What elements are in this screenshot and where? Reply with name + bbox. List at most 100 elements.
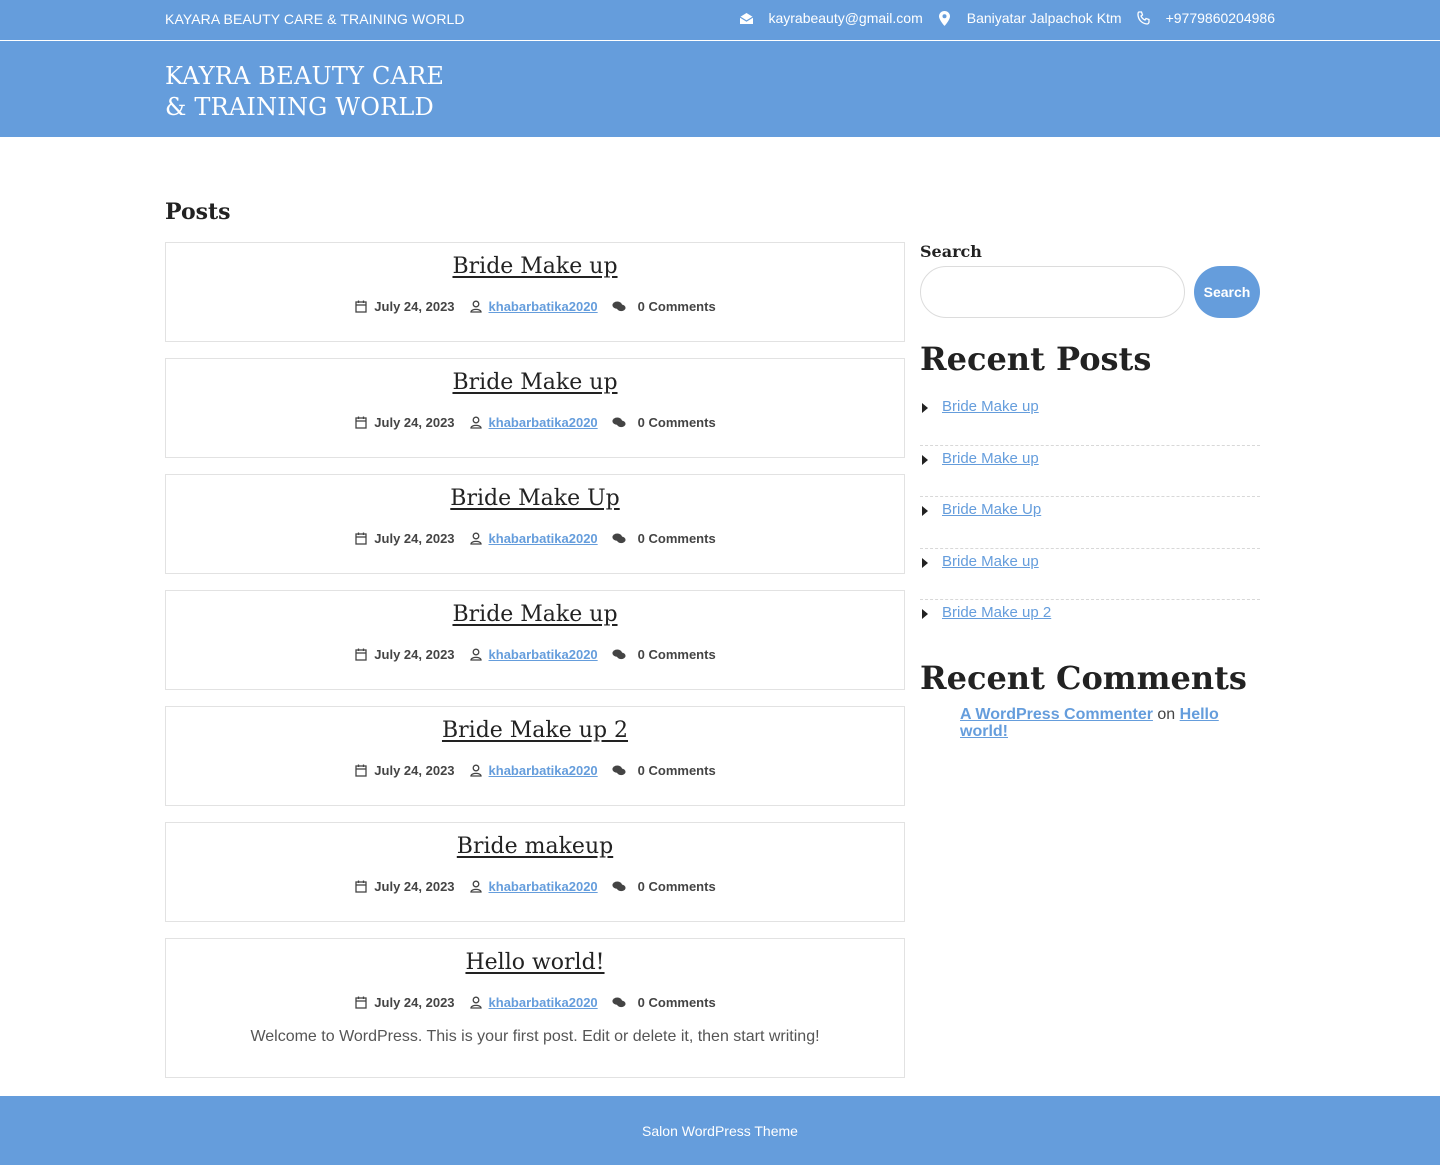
- post-author-link[interactable]: khabarbatika2020: [489, 763, 598, 778]
- search-input[interactable]: [920, 266, 1185, 318]
- post-date: July 24, 2023: [374, 647, 455, 662]
- recent-post-link[interactable]: Bride Make up 2: [942, 604, 1051, 621]
- contact-email[interactable]: kayrabeauty@gmail.com: [768, 10, 922, 26]
- comments-icon: [612, 880, 626, 894]
- recent-posts-heading: Recent Posts: [920, 340, 1152, 378]
- post-card: Bride Make Up July 24, 2023 khabarbatika…: [165, 474, 905, 574]
- caret-right-icon: [922, 403, 928, 413]
- caret-right-icon: [922, 454, 928, 465]
- post-comments-count: 0 Comments: [637, 415, 716, 430]
- list-item: Bride Make up 2: [920, 600, 1260, 652]
- post-list: Bride Make up July 24, 2023 khabarbatika…: [165, 242, 905, 1094]
- post-title-link[interactable]: Bride Make up: [166, 602, 904, 627]
- calendar-icon: [354, 880, 368, 894]
- recent-post-link[interactable]: Bride Make Up: [942, 501, 1041, 518]
- user-icon: [469, 648, 483, 662]
- caret-right-icon: [922, 506, 928, 516]
- user-icon: [469, 532, 483, 546]
- site-title-line-1: KAYRA BEAUTY CARE: [165, 62, 445, 90]
- site-footer: Salon WordPress Theme: [0, 1096, 1440, 1165]
- contact-info: kayrabeauty@gmail.com Baniyatar Jalpacho…: [738, 10, 1275, 26]
- map-pin-icon: [937, 10, 953, 26]
- post-author-link[interactable]: khabarbatika2020: [489, 879, 598, 894]
- comment-author-link[interactable]: A WordPress Commenter: [960, 706, 1153, 723]
- post-author-link[interactable]: khabarbatika2020: [489, 299, 598, 314]
- post-date: July 24, 2023: [374, 763, 455, 778]
- post-date: July 24, 2023: [374, 879, 455, 894]
- top-bar-brand: KAYARA BEAUTY CARE & TRAINING WORLD: [165, 11, 465, 27]
- recent-comment: A WordPress Commenter on Hello world!: [960, 706, 1260, 740]
- post-meta: July 24, 2023 khabarbatika2020 0 Comment…: [166, 531, 904, 546]
- post-card: Hello world! July 24, 2023 khabarbatika2…: [165, 938, 905, 1078]
- post-comments-count: 0 Comments: [637, 647, 716, 662]
- calendar-icon: [354, 532, 368, 546]
- list-item: Bride Make Up: [920, 497, 1260, 549]
- calendar-icon: [354, 996, 368, 1010]
- site-header: KAYRA BEAUTY CARE & TRAINING WORLD: [0, 41, 1440, 137]
- post-title-link[interactable]: Bride Make up 2: [166, 718, 904, 743]
- post-title-link[interactable]: Bride makeup: [166, 834, 904, 859]
- page-title: Posts: [165, 199, 231, 225]
- comments-icon: [612, 416, 626, 430]
- post-title-link[interactable]: Bride Make Up: [166, 486, 904, 511]
- calendar-icon: [354, 416, 368, 430]
- post-author-link[interactable]: khabarbatika2020: [489, 415, 598, 430]
- user-icon: [469, 416, 483, 430]
- post-author-link[interactable]: khabarbatika2020: [489, 995, 598, 1010]
- post-card: Bride Make up July 24, 2023 khabarbatika…: [165, 242, 905, 342]
- comments-icon: [612, 764, 626, 778]
- envelope-icon: [738, 10, 754, 26]
- search-label: Search: [920, 242, 982, 261]
- caret-right-icon: [922, 609, 928, 619]
- post-comments-count: 0 Comments: [637, 763, 716, 778]
- post-comments-count: 0 Comments: [637, 879, 716, 894]
- calendar-icon: [354, 300, 368, 314]
- post-title-link[interactable]: Bride Make up: [166, 254, 904, 279]
- post-card: Bride Make up July 24, 2023 khabarbatika…: [165, 590, 905, 690]
- recent-post-link[interactable]: Bride Make up: [942, 553, 1039, 570]
- post-meta: July 24, 2023 khabarbatika2020 0 Comment…: [166, 647, 904, 662]
- comments-icon: [612, 996, 626, 1010]
- comments-icon: [612, 648, 626, 662]
- user-icon: [469, 764, 483, 778]
- post-date: July 24, 2023: [374, 995, 455, 1010]
- top-bar: KAYARA BEAUTY CARE & TRAINING WORLD kayr…: [0, 0, 1440, 41]
- search-button[interactable]: Search: [1194, 266, 1260, 318]
- recent-post-link[interactable]: Bride Make up: [942, 398, 1039, 415]
- contact-address: Baniyatar Jalpachok Ktm: [966, 10, 1122, 26]
- comment-on-text: on: [1157, 706, 1176, 723]
- post-card: Bride makeup July 24, 2023 khabarbatika2…: [165, 822, 905, 922]
- post-date: July 24, 2023: [374, 531, 455, 546]
- post-meta: July 24, 2023 khabarbatika2020 0 Comment…: [166, 299, 904, 314]
- post-comments-count: 0 Comments: [637, 299, 716, 314]
- recent-post-link[interactable]: Bride Make up: [942, 450, 1039, 467]
- user-icon: [469, 880, 483, 894]
- post-author-link[interactable]: khabarbatika2020: [489, 647, 598, 662]
- post-author-link[interactable]: khabarbatika2020: [489, 531, 598, 546]
- site-title-line-2: & TRAINING WORLD: [165, 93, 434, 121]
- recent-posts-list: Bride Make up Bride Make up Bride Make U…: [920, 394, 1260, 652]
- post-meta: July 24, 2023 khabarbatika2020 0 Comment…: [166, 879, 904, 894]
- recent-comments-heading: Recent Comments: [920, 659, 1247, 697]
- post-comments-count: 0 Comments: [637, 995, 716, 1010]
- calendar-icon: [354, 648, 368, 662]
- post-title-link[interactable]: Bride Make up: [166, 370, 904, 395]
- post-date: July 24, 2023: [374, 299, 455, 314]
- post-excerpt: Welcome to WordPress. This is your first…: [250, 1028, 820, 1045]
- post-meta: July 24, 2023 khabarbatika2020 0 Comment…: [166, 763, 904, 778]
- site-title[interactable]: KAYRA BEAUTY CARE & TRAINING WORLD: [165, 61, 465, 123]
- list-item: Bride Make up: [920, 394, 1260, 446]
- comments-icon: [612, 300, 626, 314]
- post-card: Bride Make up July 24, 2023 khabarbatika…: [165, 358, 905, 458]
- post-date: July 24, 2023: [374, 415, 455, 430]
- comments-icon: [612, 532, 626, 546]
- post-title-link[interactable]: Hello world!: [166, 950, 904, 975]
- post-meta: July 24, 2023 khabarbatika2020 0 Comment…: [166, 995, 904, 1010]
- contact-phone[interactable]: +9779860204986: [1166, 10, 1275, 26]
- footer-credit[interactable]: Salon WordPress Theme: [642, 1123, 798, 1139]
- calendar-icon: [354, 764, 368, 778]
- post-comments-count: 0 Comments: [637, 531, 716, 546]
- list-item: Bride Make up: [920, 446, 1260, 497]
- phone-icon: [1136, 10, 1152, 26]
- user-icon: [469, 996, 483, 1010]
